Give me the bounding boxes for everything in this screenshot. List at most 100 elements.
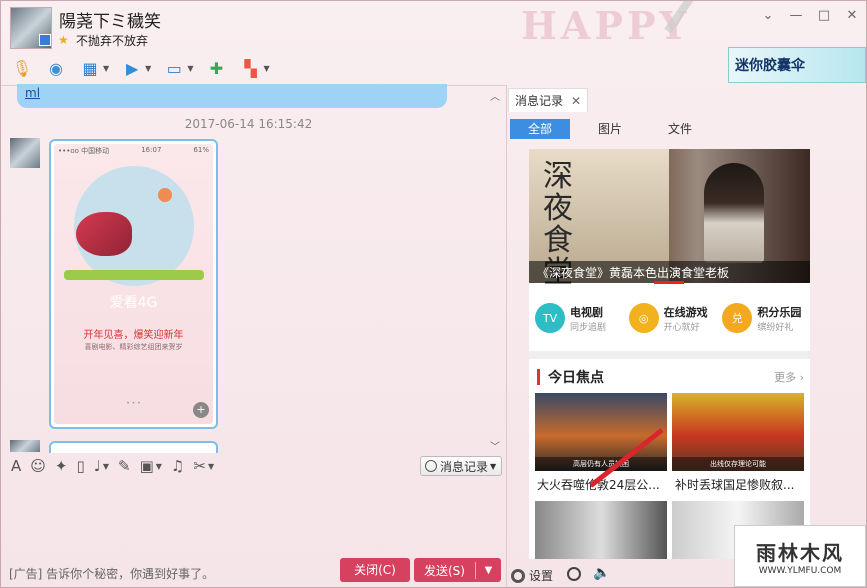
- speaker-icon[interactable]: 🔈: [593, 565, 610, 581]
- remote-assist-button[interactable]: ▦ ▼: [79, 57, 109, 79]
- scissors-icon: ✂: [193, 457, 206, 475]
- target-icon: ◎: [628, 303, 659, 333]
- group-chat-button[interactable]: ✚: [205, 57, 227, 79]
- apps-button[interactable]: ▚ ▼: [239, 57, 269, 79]
- ad-text-link[interactable]: [广告] 告诉你个秘密，你遇到好事了。: [9, 565, 214, 582]
- chevron-down-icon[interactable]: ▼: [103, 64, 109, 73]
- category-title: 积分乐园: [757, 305, 802, 319]
- message-input[interactable]: [1, 483, 506, 553]
- ad-banner[interactable]: 迷你胶囊伞: [728, 47, 866, 83]
- search-icon[interactable]: [567, 567, 581, 581]
- category-title: 在线游戏: [663, 305, 708, 319]
- scroll-up-button[interactable]: ︿: [490, 88, 500, 103]
- news-image-football[interactable]: 出线仅存理论可能: [672, 393, 804, 471]
- maximize-button[interactable]: □: [817, 9, 831, 23]
- zoom-in-icon[interactable]: +: [193, 402, 209, 418]
- screenshot-button[interactable]: ✂ ▼: [193, 457, 214, 475]
- filter-files[interactable]: 文件: [650, 119, 710, 139]
- section-accent: [537, 369, 540, 385]
- category-games[interactable]: ◎ 在线游戏开心就好: [623, 287, 717, 349]
- send-button[interactable]: 发送(S) ▼: [414, 558, 501, 582]
- watermark-title: 雨林木风: [756, 540, 844, 565]
- history-filters: 全部 图片 文件: [507, 117, 866, 141]
- microphone-icon: 🎙: [11, 58, 33, 78]
- chevron-down-icon[interactable]: ▼: [145, 64, 151, 73]
- apps-grid-icon: ▚: [244, 58, 257, 78]
- clock-icon: [425, 460, 437, 472]
- category-points[interactable]: 兑 积分乐园 缤纷好礼: [716, 287, 810, 349]
- contact-name[interactable]: 陽荛下ミ穢笑: [59, 7, 161, 32]
- phone-status-bar: •••oo 中国移动 16:07 61%: [54, 144, 213, 156]
- doodle-button[interactable]: ✎: [118, 457, 131, 475]
- voice-call-button[interactable]: 🎙: [11, 57, 33, 79]
- redeem-icon: 兑: [722, 303, 753, 333]
- hero-banner[interactable]: 深夜食堂 《深夜食堂》黄磊本色出演食堂老板: [529, 149, 810, 289]
- close-tab-icon[interactable]: ✕: [571, 94, 581, 108]
- settings-button[interactable]: 设置: [511, 567, 553, 584]
- music-button[interactable]: ♫: [171, 457, 184, 475]
- close-window-button[interactable]: ✕: [845, 9, 859, 23]
- promo-subtext: 喜剧电影、精彩综艺组团来贺岁: [84, 343, 183, 351]
- tv-icon: TV: [535, 303, 565, 333]
- phone-screenshot-image: •••oo 中国移动 16:07 61% 爱看4G 开年见喜，爆笑迎新年 喜剧电…: [54, 144, 213, 424]
- music-note-icon: ♫: [170, 457, 185, 475]
- phone-carrier: •••oo 中国移动: [58, 147, 110, 155]
- font-a-icon: A: [11, 457, 22, 475]
- category-tv[interactable]: TV 电视剧 同步追剧: [529, 287, 623, 349]
- shake-button[interactable]: ▯: [76, 457, 84, 475]
- bird-illustration: [76, 212, 132, 256]
- file-transfer-button[interactable]: ▶ ▼: [121, 57, 151, 79]
- folder-arrow-icon: ▶: [126, 58, 139, 78]
- hero-caption: 《深夜食堂》黄磊本色出演食堂老板: [529, 261, 810, 283]
- picture-button[interactable]: ▣ ▼: [140, 457, 162, 475]
- font-button[interactable]: A: [11, 457, 21, 475]
- screen-share-button[interactable]: ▭ ▼: [163, 57, 194, 79]
- image-message[interactable]: •••oo 中国移动 16:07 61% 爱看4G 开年见喜，爆笑迎新年 喜剧电…: [49, 139, 218, 429]
- camera-icon: ◉: [49, 58, 63, 78]
- microphone-icon: ♩: [93, 457, 101, 475]
- news-image-fire[interactable]: 高层仍有人员被困: [535, 393, 667, 471]
- category-row: TV 电视剧 同步追剧 ◎ 在线游戏开心就好 兑 积分乐园 缤纷好礼: [529, 287, 810, 349]
- side-content[interactable]: 深夜食堂 《深夜食堂》黄磊本色出演食堂老板 TV 电视剧同步追剧 ◎ 在线游戏开…: [529, 149, 810, 559]
- close-button[interactable]: 关闭(C): [340, 558, 410, 582]
- send-options-chevron-icon[interactable]: ▼: [476, 565, 501, 576]
- qq-chat-window: HAPPY 陽荛下ミ穢笑 ★ 不抛弃不放弃 ⌄ — □ ✕ 🎙 ◉ ▦ ▼ ▶ ▼ …: [0, 0, 867, 588]
- send-label[interactable]: 发送(S): [414, 561, 476, 579]
- more-link[interactable]: 更多 ›: [774, 369, 804, 385]
- section-divider: [529, 351, 810, 359]
- magic-button[interactable]: ✦: [55, 457, 68, 475]
- chevron-down-icon[interactable]: ▼: [103, 462, 109, 471]
- page-dots: • • •: [126, 400, 141, 407]
- voice-message-button[interactable]: ♩ ▼: [94, 457, 109, 475]
- emoji-button[interactable]: ☺: [30, 457, 46, 475]
- bottom-bar: [广告] 告诉你个秘密，你遇到好事了。 关闭(C) 发送(S) ▼: [1, 553, 506, 587]
- gear-icon: [511, 568, 525, 583]
- chat-message-area[interactable]: ml ︿ 2017-06-14 16:15:42 •••oo 中国移动 16:0…: [1, 84, 506, 453]
- contact-signature: 不抛弃不放弃: [76, 34, 149, 48]
- previous-message-link[interactable]: ml: [25, 86, 40, 100]
- monitor-icon: ▭: [166, 58, 182, 78]
- filter-all[interactable]: 全部: [510, 119, 570, 139]
- ground-illustration: [64, 270, 204, 280]
- chevron-down-icon[interactable]: ▼: [263, 64, 269, 73]
- sender-avatar[interactable]: [10, 138, 40, 168]
- video-call-button[interactable]: ◉: [45, 57, 67, 79]
- chevron-down-icon[interactable]: ▼: [208, 462, 214, 471]
- chevron-down-icon[interactable]: ▼: [187, 64, 193, 73]
- tab-label: 消息记录: [515, 94, 564, 108]
- hero-person-image: [704, 163, 764, 263]
- skin-dropdown-icon[interactable]: ⌄: [761, 9, 775, 23]
- category-title: 电视剧: [570, 305, 603, 319]
- minimize-button[interactable]: —: [789, 9, 803, 23]
- news-title[interactable]: 补时丢球国足惨败叙...: [675, 476, 794, 493]
- promo-big-text: 爱看4G: [109, 295, 158, 311]
- news-image[interactable]: [535, 501, 667, 559]
- device-badge-icon: [39, 34, 51, 46]
- window-header: HAPPY 陽荛下ミ穢笑 ★ 不抛弃不放弃 ⌄ — □ ✕ 🎙 ◉ ▦ ▼ ▶ ▼ …: [1, 1, 866, 85]
- site-watermark: 雨林木风 WWW.YLMFU.COM: [734, 525, 866, 587]
- tab-message-history[interactable]: 消息记录 ✕: [508, 88, 588, 112]
- filter-images[interactable]: 图片: [580, 119, 640, 139]
- category-sub: 开心就好: [663, 322, 700, 333]
- chevron-down-icon[interactable]: ▼: [156, 462, 162, 471]
- message-history-button[interactable]: 消息记录 ▼: [420, 456, 502, 476]
